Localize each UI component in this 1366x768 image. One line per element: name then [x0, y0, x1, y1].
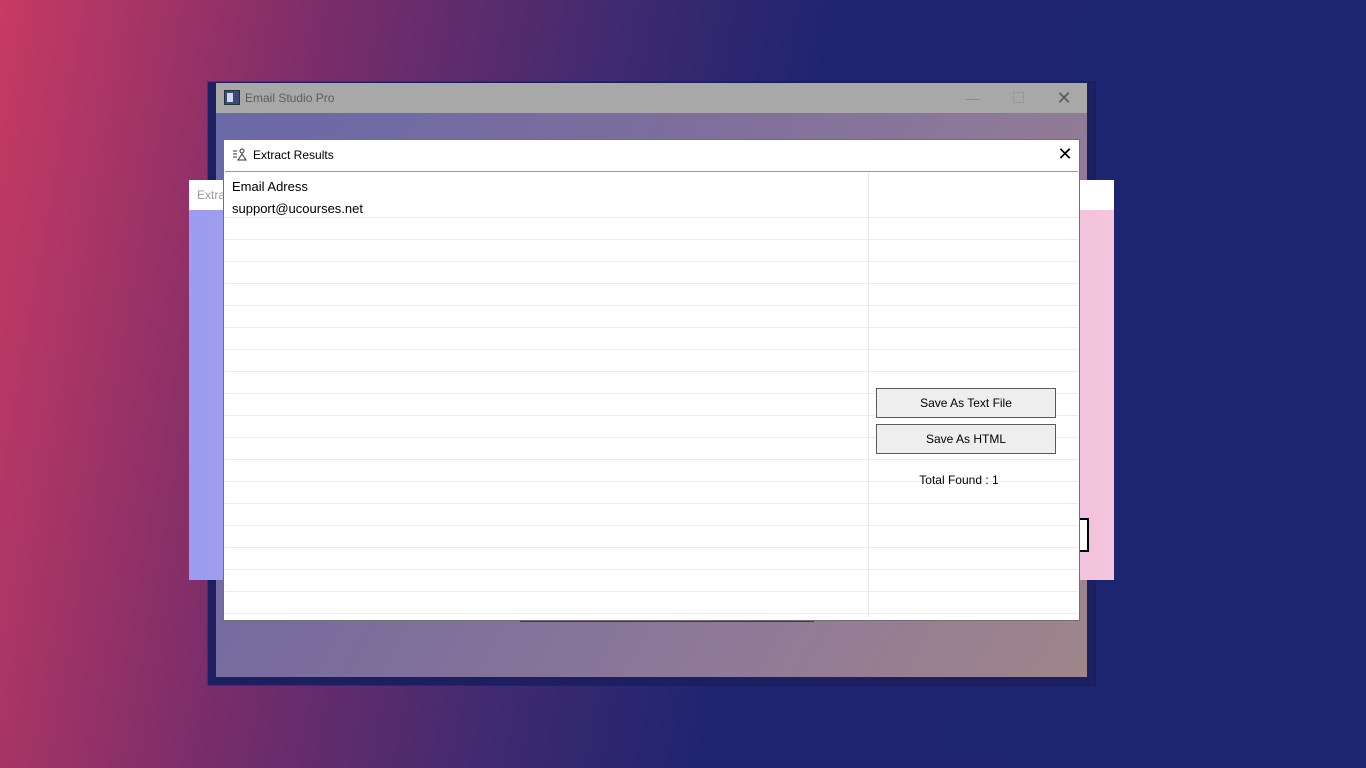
close-icon[interactable]: ✕ — [1056, 145, 1074, 163]
dialog-titlebar[interactable]: Extract Results ✕ — [224, 140, 1079, 170]
table-row — [225, 526, 1078, 548]
main-window-title: Email Studio Pro — [245, 91, 335, 105]
results-list[interactable]: Email Adress support@ucourses.net Save A… — [225, 171, 1078, 617]
table-row — [225, 592, 1078, 614]
column-header-email: Email Adress — [232, 179, 308, 194]
close-main-icon[interactable]: ✕ — [1054, 88, 1074, 108]
dialog-title: Extract Results — [253, 148, 334, 162]
list-header-row — [225, 172, 1078, 196]
extract-icon — [233, 148, 247, 161]
table-row — [225, 350, 1078, 372]
main-titlebar[interactable]: Email Studio Pro — ✕ — [216, 83, 1087, 113]
app-icon — [224, 90, 240, 105]
table-row — [225, 504, 1078, 526]
email-cell[interactable]: support@ucourses.net — [232, 201, 363, 216]
maximize-icon[interactable] — [1008, 88, 1028, 108]
table-row — [225, 548, 1078, 570]
save-as-text-button[interactable]: Save As Text File — [876, 388, 1056, 418]
table-row — [225, 284, 1078, 306]
table-row — [225, 570, 1078, 592]
minimize-icon[interactable]: — — [963, 88, 983, 108]
total-found-label: Total Found : 1 — [919, 473, 999, 487]
table-row — [225, 218, 1078, 240]
table-row — [225, 328, 1078, 350]
extract-results-dialog: Extract Results ✕ Email Adress support@u… — [223, 139, 1080, 621]
table-row — [225, 262, 1078, 284]
table-row — [225, 306, 1078, 328]
background-panel-label: Extra — [197, 188, 226, 202]
table-row — [225, 240, 1078, 262]
save-as-html-button[interactable]: Save As HTML — [876, 424, 1056, 454]
